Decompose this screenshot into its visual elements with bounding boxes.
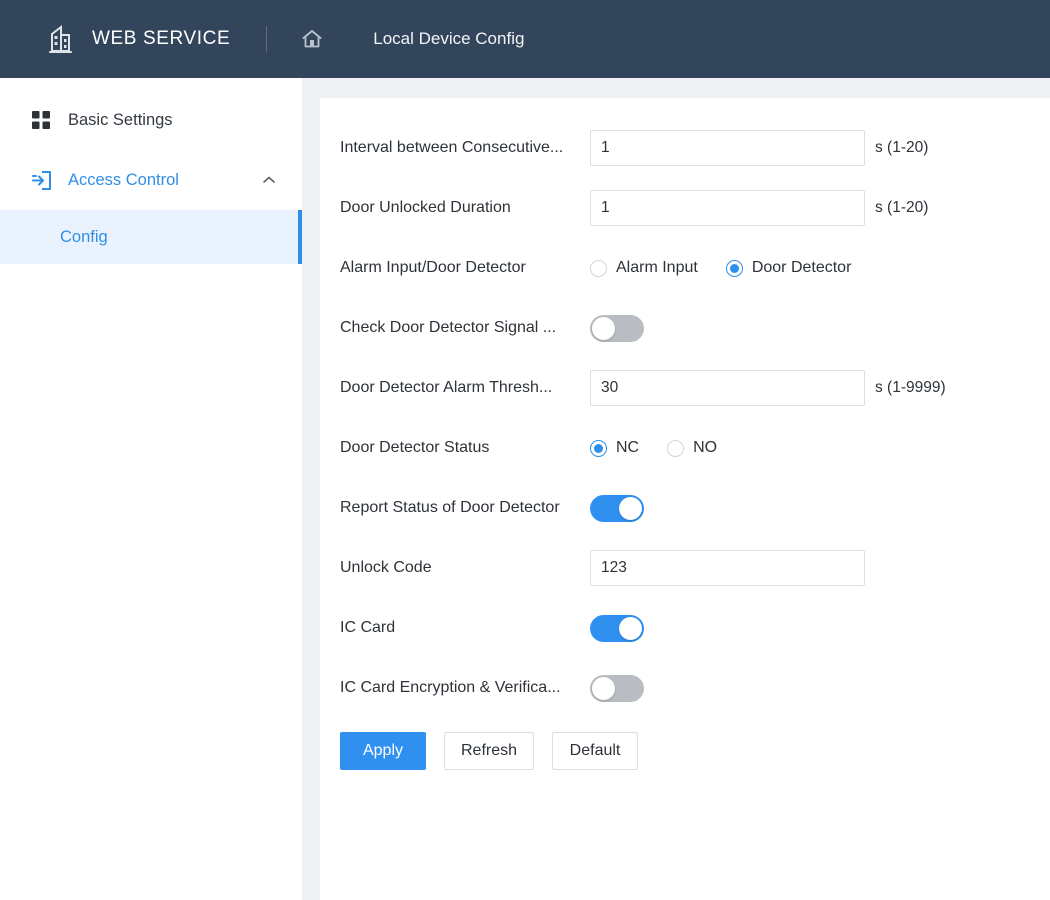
alarm-input-radio-group: Alarm Input Door Detector — [590, 259, 851, 277]
unit-label: s (1-20) — [875, 139, 929, 156]
building-icon — [48, 23, 78, 55]
toggle-knob — [619, 616, 642, 640]
row-control — [590, 494, 644, 522]
radio-label: NC — [616, 439, 640, 456]
row-label: Unlock Code — [340, 559, 432, 576]
grid-squares-icon — [30, 109, 52, 131]
row-control — [590, 614, 644, 642]
top-header: WEB SERVICE Local Device Config — [0, 0, 1050, 78]
row-control — [590, 550, 865, 586]
row-label: Door Detector Alarm Thresh... — [340, 379, 553, 396]
home-icon[interactable] — [299, 26, 325, 52]
form-actions: Apply Refresh Default — [320, 732, 1050, 770]
radio-label: Alarm Input — [616, 259, 698, 276]
row-label: Door Detector Status — [340, 439, 490, 456]
toggle-knob — [592, 316, 615, 340]
door-detector-alarm-threshold-input[interactable] — [590, 370, 865, 406]
door-unlocked-duration-input[interactable] — [590, 190, 865, 226]
row-label: IC Card — [340, 619, 396, 636]
ic-card-toggle[interactable] — [590, 614, 644, 642]
form-row-door-detector-alarm-threshold: Door Detector Alarm Thresh... s (1-9999) — [320, 358, 1050, 418]
device-config-form: Interval between Consecutive... s (1-20)… — [320, 98, 1050, 770]
row-control: s (1-20) — [590, 190, 928, 226]
radio-icon-selected — [725, 259, 743, 277]
row-label: Door Unlocked Duration — [340, 199, 511, 216]
row-label: Alarm Input/Door Detector — [340, 259, 526, 276]
interval-input[interactable] — [590, 130, 865, 166]
radio-label: NO — [693, 439, 718, 456]
form-row-alarm-input-door-detector: Alarm Input/Door Detector Alarm Input Do… — [320, 238, 1050, 298]
sidebar-item-label: Access Control — [68, 170, 179, 189]
form-row-check-door-detector-signal: Check Door Detector Signal ... — [320, 298, 1050, 358]
radio-icon — [590, 259, 607, 277]
form-row-unlock-code: Unlock Code — [320, 538, 1050, 598]
unit-label: s (1-9999) — [875, 379, 946, 396]
row-control — [590, 314, 644, 342]
door-detector-status-radio-group: NC NO — [590, 439, 717, 457]
row-label: Interval between Consecutive... — [340, 139, 564, 156]
row-control — [590, 674, 644, 702]
brand: WEB SERVICE — [48, 23, 230, 55]
page-title: Local Device Config — [373, 29, 525, 48]
form-row-door-detector-status: Door Detector Status NC NO — [320, 418, 1050, 478]
row-label: Check Door Detector Signal ... — [340, 319, 557, 336]
form-row-report-status-of-door-detector: Report Status of Door Detector — [320, 478, 1050, 538]
default-button[interactable]: Default — [552, 732, 639, 770]
sidebar-subitem-label: Config — [60, 227, 108, 246]
radio-option-door-detector[interactable]: Door Detector — [725, 259, 852, 277]
toggle-knob — [592, 676, 615, 700]
radio-option-alarm-input[interactable]: Alarm Input — [590, 259, 698, 277]
header-divider — [266, 26, 268, 52]
radio-icon — [667, 439, 685, 457]
sidebar-item-access-control[interactable]: Access Control — [0, 150, 302, 210]
refresh-button[interactable]: Refresh — [444, 732, 535, 770]
sidebar-item-basic-settings[interactable]: Basic Settings — [0, 90, 302, 150]
unit-label: s (1-20) — [875, 199, 929, 216]
ic-card-encryption-toggle[interactable] — [590, 674, 644, 702]
row-label: IC Card Encryption & Verifica... — [340, 679, 561, 696]
form-row-interval: Interval between Consecutive... s (1-20) — [320, 118, 1050, 178]
chevron-up-icon[interactable] — [262, 173, 276, 187]
radio-icon-selected — [590, 439, 607, 457]
report-status-of-door-detector-toggle[interactable] — [590, 494, 644, 522]
sidebar: Basic Settings Access Control Config — [0, 78, 302, 900]
sidebar-item-label: Basic Settings — [68, 110, 173, 129]
sign-in-box-icon — [30, 169, 52, 191]
radio-option-no[interactable]: NO — [667, 439, 717, 457]
radio-option-nc[interactable]: NC — [590, 439, 639, 457]
check-door-detector-signal-toggle[interactable] — [590, 314, 644, 342]
row-control: s (1-9999) — [590, 370, 946, 406]
apply-button[interactable]: Apply — [340, 732, 426, 770]
form-row-door-unlocked-duration: Door Unlocked Duration s (1-20) — [320, 178, 1050, 238]
sidebar-item-config[interactable]: Config — [0, 210, 302, 264]
form-row-ic-card-encryption: IC Card Encryption & Verifica... — [320, 658, 1050, 718]
brand-name: WEB SERVICE — [92, 28, 231, 49]
form-row-ic-card: IC Card — [320, 598, 1050, 658]
app-root: WEB SERVICE Local Device Config Basic Se… — [0, 0, 1050, 900]
toggle-knob — [619, 496, 642, 520]
radio-label: Door Detector — [751, 259, 852, 276]
row-control: s (1-20) — [590, 130, 928, 166]
unlock-code-input[interactable] — [590, 550, 865, 586]
content-panel: Interval between Consecutive... s (1-20)… — [320, 98, 1050, 900]
row-label: Report Status of Door Detector — [340, 499, 560, 516]
